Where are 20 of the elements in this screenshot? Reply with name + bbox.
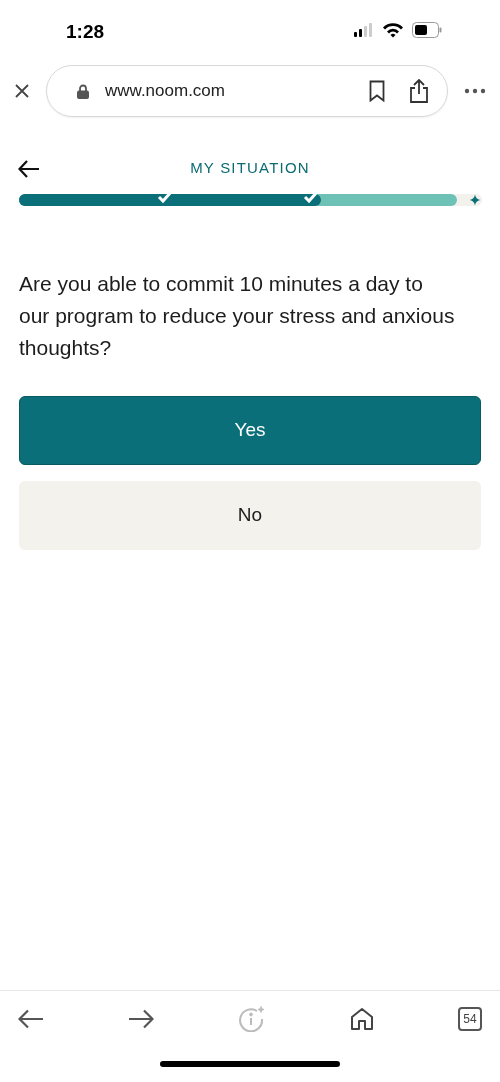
back-icon[interactable] xyxy=(18,1008,44,1029)
wifi-icon xyxy=(382,22,404,38)
tabs-button[interactable]: 54 xyxy=(458,1006,482,1031)
home-icon[interactable] xyxy=(350,1006,374,1031)
more-icon[interactable] xyxy=(464,88,486,94)
answer-button[interactable]: No xyxy=(19,481,481,550)
back-arrow-icon[interactable] xyxy=(18,160,40,178)
status-time: 1:28 xyxy=(66,20,105,44)
diamond-icon xyxy=(469,194,481,206)
bookmark-icon[interactable] xyxy=(369,80,385,102)
signal-icon xyxy=(354,23,374,37)
close-icon[interactable] xyxy=(14,83,30,99)
url-text: www.noom.com xyxy=(105,80,225,103)
answer-button[interactable]: Yes xyxy=(19,396,481,465)
section-title: MY SITUATION xyxy=(190,157,310,178)
battery-icon xyxy=(412,22,442,38)
question-text: Are you able to commit 10 minutes a day to our program to reduce your stress and anxious thoughts? xyxy=(19,271,455,361)
forward-icon[interactable] xyxy=(128,1008,154,1029)
lock-icon xyxy=(77,83,89,99)
share-icon[interactable] xyxy=(409,79,429,103)
